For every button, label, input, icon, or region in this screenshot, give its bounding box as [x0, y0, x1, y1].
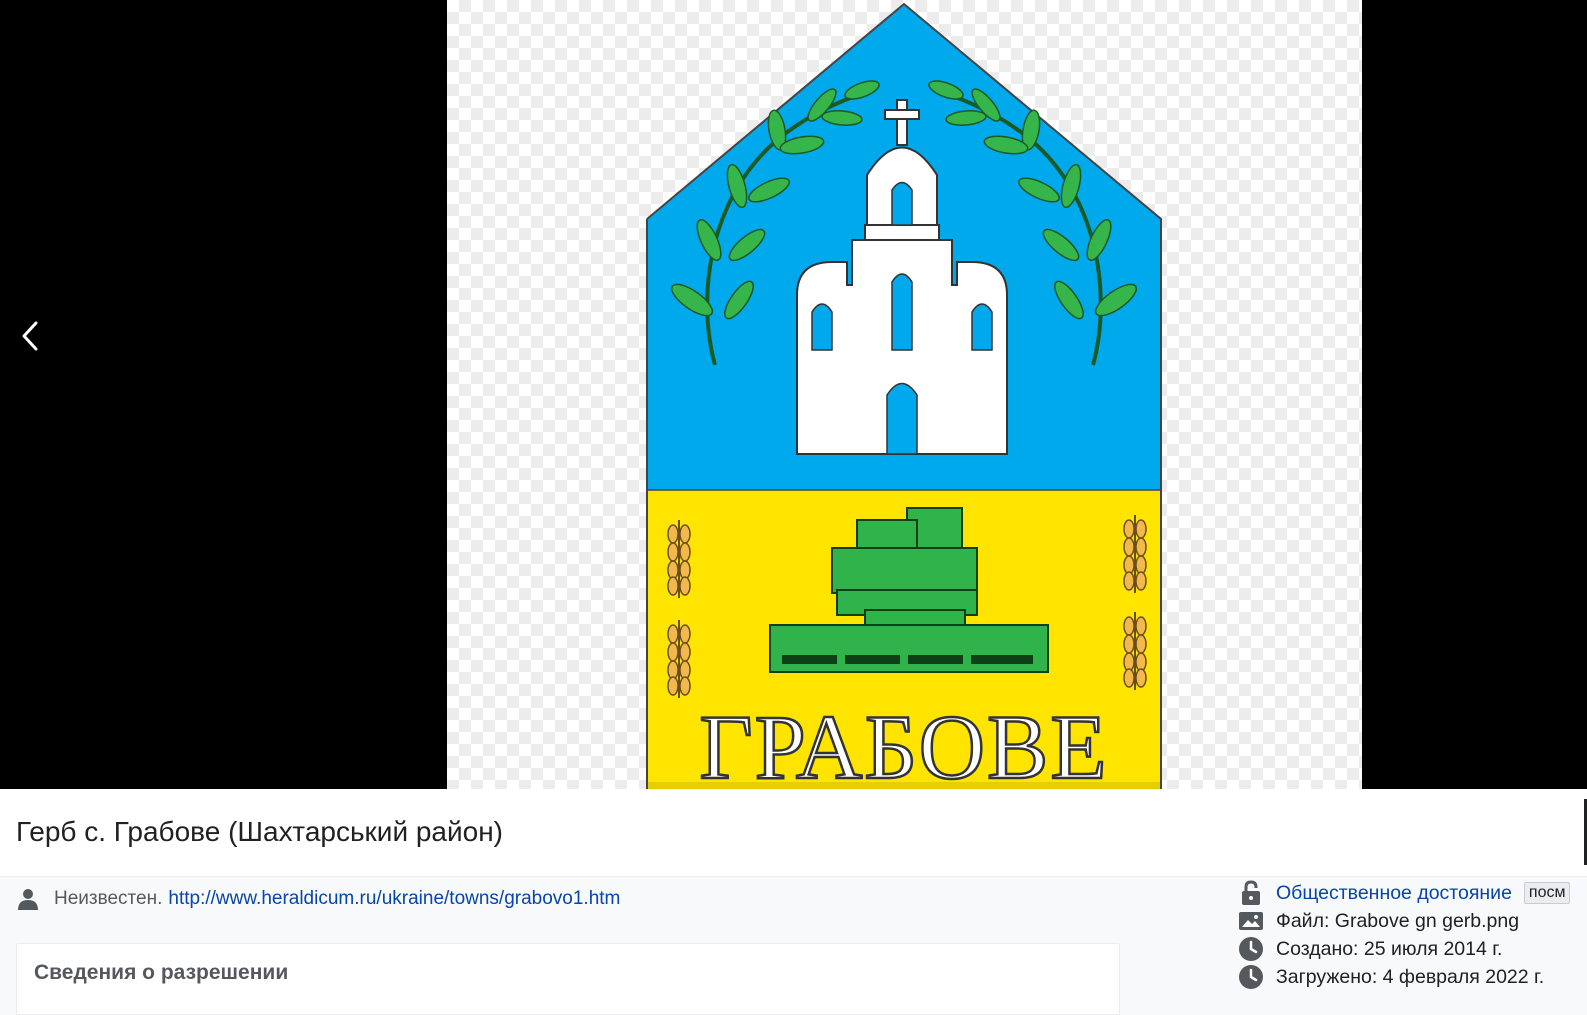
- author-label: Неизвестен.: [54, 888, 163, 909]
- license-details-box[interactable]: Сведения о разрешении: [16, 943, 1120, 1015]
- created-row: Создано: 25 июля 2014 г.: [1238, 935, 1587, 963]
- clock-icon: [1239, 937, 1263, 961]
- more-badge[interactable]: посм: [1523, 882, 1571, 904]
- source-link[interactable]: http://www.heraldicum.ru/ukraine/towns/g…: [168, 888, 620, 910]
- prev-image-button[interactable]: [12, 314, 48, 358]
- image-title: Герб с. Грабове (Шахтарський район): [16, 816, 504, 847]
- license-row: Общественное достояние посм: [1238, 879, 1587, 907]
- coat-of-arms-text: ГРАБОВЕ: [699, 696, 1108, 789]
- image-canvas: ГРАБОВЕ: [447, 0, 1362, 789]
- uploaded-date: Загружено: 4 февраля 2022 г.: [1276, 965, 1545, 988]
- title-bar: Герб с. Грабове (Шахтарський район): [0, 789, 1587, 877]
- chevron-left-icon: [22, 321, 38, 351]
- clock-icon: [1239, 965, 1263, 989]
- license-link[interactable]: Общественное достояние: [1276, 882, 1512, 905]
- author-line: Неизвестен. http://www.heraldicum.ru/ukr…: [16, 886, 620, 912]
- image-icon: [1239, 912, 1263, 930]
- license-details-title: Сведения о разрешении: [34, 961, 289, 984]
- file-name: Файл: Grabove gn gerb.png: [1276, 909, 1520, 932]
- user-icon: [18, 889, 38, 910]
- coat-of-arms-image: ГРАБОВЕ: [646, 2, 1162, 789]
- file-row: Файл: Grabove gn gerb.png: [1238, 907, 1587, 935]
- image-viewer: ГРАБОВЕ: [0, 0, 1587, 789]
- file-meta: Общественное достояние посм Файл: Grabov…: [1238, 879, 1587, 991]
- created-date: Создано: 25 июля 2014 г.: [1276, 937, 1503, 960]
- unlock-icon: [1242, 880, 1260, 905]
- uploaded-row: Загружено: 4 февраля 2022 г.: [1238, 963, 1587, 991]
